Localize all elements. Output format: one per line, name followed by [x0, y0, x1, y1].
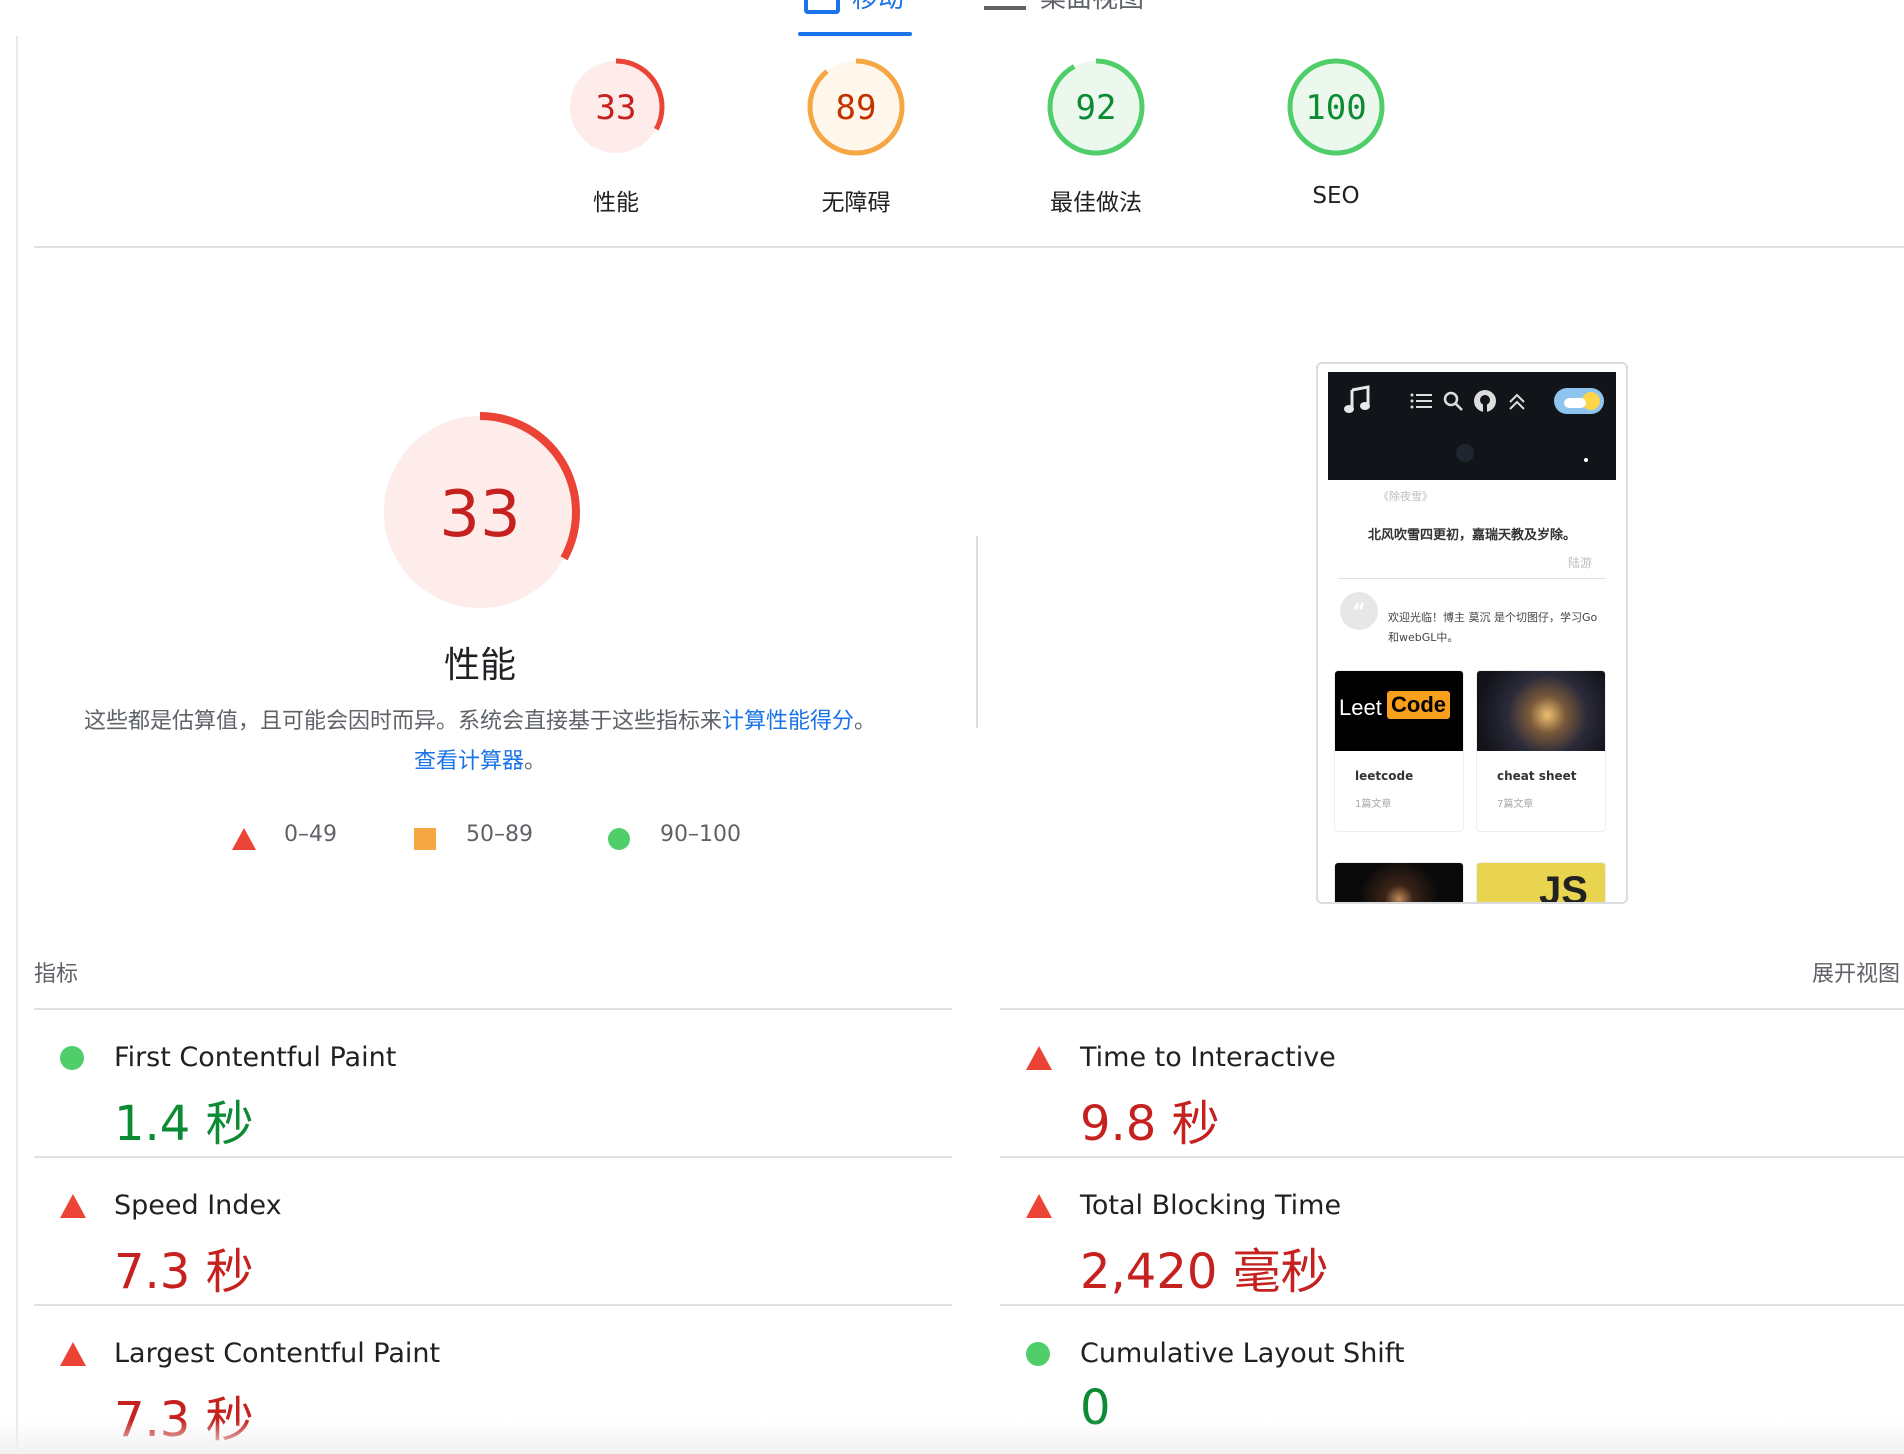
gauge-score: 100 [1305, 88, 1366, 128]
legend-fail: 0–49 [232, 822, 337, 850]
description-sep: 。 [854, 709, 877, 734]
metric-tti: Time to Interactive 9.8 秒 [1000, 1008, 1900, 1156]
category-tile-3 [1334, 862, 1464, 902]
poem-divider [1338, 578, 1606, 579]
moon-decoration [1456, 444, 1474, 462]
legend-label: 50–89 [466, 822, 533, 847]
divider [34, 246, 1904, 248]
phone-icon [804, 0, 840, 14]
music-note-icon [1344, 385, 1370, 413]
cheat-sheet-image [1477, 671, 1605, 751]
fail-triangle-icon [1026, 1046, 1052, 1070]
legend-label: 90–100 [660, 822, 741, 847]
legend-average: 50–89 [414, 822, 533, 850]
gauge-performance[interactable]: 33 性能 [556, 55, 676, 217]
active-tab-indicator [798, 32, 912, 36]
bottom-fade [0, 1420, 1904, 1454]
github-icon [1474, 390, 1496, 412]
accessibility-gauge-icon: 89 [807, 58, 905, 156]
category-tile-cheat-sheet: cheat sheet 7篇文章 [1476, 670, 1606, 832]
star-decoration [1584, 458, 1588, 462]
poem-text: 北风吹雪四更初，嘉瑞天教及岁除。 [1367, 528, 1576, 543]
gauge-label: 最佳做法 [1050, 190, 1142, 216]
pass-circle-icon [60, 1046, 84, 1070]
poem-author: 陆游 [1567, 556, 1592, 570]
gauge-label: SEO [1312, 183, 1360, 209]
expand-view-toggle[interactable]: 展开视图 [1812, 956, 1900, 988]
gauge-best-practices[interactable]: 92 最佳做法 [1036, 55, 1156, 217]
welcome-text: 欢迎光临！博主 莫沉 是个切图仔，学习Go和webGL中。 [1388, 611, 1598, 644]
tile-count: 1篇文章 [1355, 799, 1392, 810]
left-border [16, 36, 18, 1454]
metric-fcp: First Contentful Paint 1.4 秒 [34, 1008, 934, 1156]
metric-speed-index: Speed Index 7.3 秒 [34, 1156, 934, 1304]
square-icon [414, 828, 436, 850]
circle-icon [608, 828, 630, 850]
performance-description: 这些都是估算值，且可能会因时而异。系统会直接基于这些指标来计算性能得分。查看计算… [80, 702, 880, 782]
legend-label: 0–49 [284, 822, 337, 847]
legend-pass: 90–100 [608, 822, 741, 850]
view-calculator-link[interactable]: 查看计算器 [414, 749, 524, 774]
metric-title: Time to Interactive [1080, 1042, 1336, 1073]
performance-gauge-icon: 33 [567, 58, 665, 156]
metric-title: Total Blocking Time [1080, 1190, 1342, 1221]
metric-title: Cumulative Layout Shift [1080, 1338, 1405, 1369]
final-screenshot[interactable]: 《除夜雪》 北风吹雪四更初，嘉瑞天教及岁除。 陆游 “ 欢迎光临！博主 莫沉 是… [1316, 362, 1628, 904]
quote-icon: “ [1340, 592, 1378, 630]
metric-title: First Contentful Paint [114, 1042, 397, 1073]
metric-value: 9.8 秒 [1080, 1096, 1220, 1152]
logo-text-part2: Code [1387, 691, 1450, 719]
gauge-score: 89 [836, 88, 877, 128]
metric-title: Speed Index [114, 1190, 282, 1221]
metric-value: 2,420 毫秒 [1080, 1244, 1329, 1300]
tile-name: leetcode [1355, 769, 1414, 783]
pass-circle-icon [1026, 1342, 1050, 1366]
list-icon [1410, 393, 1432, 409]
category-tile-js: JS [1476, 862, 1606, 904]
metric-value: 7.3 秒 [114, 1244, 254, 1300]
description-end: 。 [524, 749, 547, 774]
metric-tbt: Total Blocking Time 2,420 毫秒 [1000, 1156, 1900, 1304]
poem-source: 《除夜雪》 [1378, 490, 1433, 503]
tile-count: 7篇文章 [1497, 799, 1534, 810]
theme-toggle [1554, 388, 1604, 414]
logo-text-part1: Leet [1339, 695, 1382, 720]
triangle-icon [232, 828, 256, 850]
gauge-score: 33 [596, 88, 637, 128]
fail-triangle-icon [60, 1194, 86, 1218]
calc-score-link[interactable]: 计算性能得分 [722, 709, 854, 734]
tile-image [1335, 863, 1463, 902]
search-icon [1443, 391, 1463, 411]
site-navbar [1328, 372, 1616, 482]
metric-title: Largest Contentful Paint [114, 1338, 441, 1369]
report-tabs: 移动 桌面视图 [0, 0, 1904, 40]
performance-score: 33 [439, 478, 520, 552]
tab-desktop[interactable]: 桌面视图 [1040, 0, 1144, 15]
fail-triangle-icon [60, 1342, 86, 1366]
tile-name: cheat sheet [1497, 769, 1577, 783]
fail-triangle-icon [1026, 1194, 1052, 1218]
best-practices-gauge-icon: 92 [1047, 58, 1145, 156]
gauge-accessibility[interactable]: 89 无障碍 [796, 55, 916, 217]
leetcode-logo: Leet Code [1335, 671, 1463, 751]
js-logo-text: JS [1539, 869, 1588, 904]
gauge-score: 92 [1076, 88, 1117, 128]
cloud-icon [1564, 398, 1586, 408]
gauge-label: 性能 [593, 190, 639, 216]
gauge-label: 无障碍 [821, 190, 891, 216]
metric-value: 1.4 秒 [114, 1096, 254, 1152]
category-tile-leetcode: Leet Code leetcode 1篇文章 [1334, 670, 1464, 832]
seo-gauge-icon: 100 [1287, 58, 1385, 156]
performance-title: 性能 [443, 645, 516, 686]
arrow-up-icon [1509, 393, 1525, 410]
metrics-heading: 指标 [34, 962, 79, 987]
gauge-seo[interactable]: 100 SEO [1276, 55, 1396, 209]
description-text: 这些都是估算值，且可能会因时而异。系统会直接基于这些指标来 [83, 709, 722, 734]
vertical-divider [976, 536, 978, 728]
performance-score-gauge: 33 [380, 412, 580, 612]
tab-mobile[interactable]: 移动 [852, 0, 904, 15]
desktop-icon [984, 0, 1026, 10]
site-content-card: 《除夜雪》 北风吹雪四更初，嘉瑞天教及岁除。 陆游 “ 欢迎光临！博主 莫沉 是… [1328, 480, 1616, 902]
